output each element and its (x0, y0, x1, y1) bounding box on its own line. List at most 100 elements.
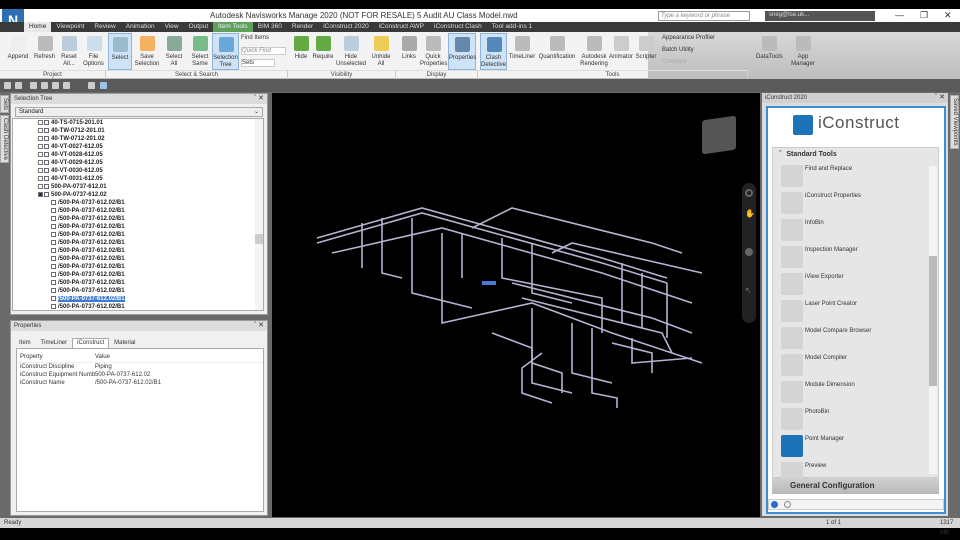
side-tab-clash-detective[interactable]: Clash Detective (0, 115, 9, 164)
tab-iconstruct[interactable]: iConstruct (72, 338, 110, 348)
group-label-tools[interactable]: Tools (478, 70, 748, 79)
tool-photobin[interactable]: PhotoBin (779, 407, 929, 433)
expand-icon[interactable] (38, 143, 43, 149)
tool-inspection-manager[interactable]: Inspection Manager (779, 245, 929, 271)
batch-utility-button[interactable]: Batch Utility (662, 47, 694, 53)
help-search-input[interactable]: Type a keyword or phrase (658, 11, 750, 21)
properties-button[interactable]: Properties (448, 33, 476, 70)
tab-render[interactable]: Render (287, 22, 318, 32)
column-header-property[interactable]: Property (17, 352, 95, 362)
group-label-project[interactable]: Project (0, 70, 106, 79)
pan-icon[interactable]: ✋ (745, 209, 755, 218)
tree-node[interactable]: 40-TW-0712-201.01 (13, 127, 263, 135)
refresh-button[interactable]: Refresh (31, 33, 58, 70)
file-options-button[interactable]: File Options (80, 33, 107, 70)
tree-node[interactable]: /500-PA-0737-612.02/B1 (13, 223, 263, 231)
tab-animation[interactable]: Animation (121, 22, 160, 32)
datatools-button[interactable]: DataTools (756, 33, 783, 70)
selection-tree-button[interactable]: Selection Tree (212, 33, 239, 70)
info-icon[interactable] (771, 501, 778, 508)
tree-node[interactable]: 500-PA-0737-612.01 (13, 183, 263, 191)
tab-iconstruct-2020[interactable]: iConstruct 2020 (318, 22, 374, 32)
quantification-button[interactable]: Quantification (537, 33, 577, 70)
tree-node[interactable]: /500-PA-0737-612.02/B1 (13, 263, 263, 271)
tree-node[interactable]: 40-VT-0030-612.05 (13, 167, 263, 175)
tab-home[interactable]: Home (24, 22, 52, 32)
select-all-button[interactable]: Select All (162, 33, 186, 70)
group-label-display[interactable]: Display (396, 70, 478, 79)
unhide-all-button[interactable]: Unhide All (368, 33, 394, 70)
tab-item-tools[interactable]: Item Tools (213, 22, 253, 32)
settings-icon[interactable] (783, 501, 791, 508)
tree-node[interactable]: /500-PA-0737-612.02/B1 (13, 247, 263, 255)
orbit-icon[interactable] (745, 248, 753, 256)
tool-infobin[interactable]: InfoBin (779, 218, 929, 244)
tab-view[interactable]: View (160, 22, 184, 32)
tree-node[interactable]: /500-PA-0737-612.02/B1 (13, 207, 263, 215)
tab-timeliner[interactable]: TimeLiner (36, 338, 72, 348)
save-icon[interactable] (30, 82, 37, 89)
refresh-icon[interactable] (88, 82, 95, 89)
close-icon[interactable]: ˇ ✕ (254, 94, 264, 104)
tree-node[interactable]: 40-VT-0028-612.05 (13, 151, 263, 159)
tree-node[interactable]: 40-VT-0031-612.05 (13, 175, 263, 183)
clash-detective-button[interactable]: Clash Detective (480, 33, 507, 70)
expand-icon[interactable] (38, 159, 43, 165)
section-header[interactable]: ˆ Standard Tools (773, 148, 938, 162)
append-button[interactable]: Append (4, 33, 32, 70)
tab-tool-add-ins-1[interactable]: Tool add-ins 1 (487, 22, 537, 32)
scrollbar-thumb[interactable] (255, 234, 263, 244)
general-configuration-section[interactable]: General Configuration (772, 478, 939, 494)
undo-icon[interactable] (52, 82, 59, 89)
open-icon[interactable] (15, 82, 22, 89)
expand-icon[interactable] (38, 175, 43, 181)
select-cursor-icon[interactable] (100, 82, 107, 89)
autodesk-rendering-button[interactable]: Autodesk Rendering (578, 33, 610, 70)
tree-node[interactable]: /500-PA-0737-612.02/B1 (13, 295, 263, 303)
tools-scrollbar[interactable] (929, 166, 937, 474)
maximize-button[interactable]: ❐ (920, 10, 928, 21)
tree-node[interactable]: 40-TS-0715-201.01 (13, 119, 263, 127)
compare-button[interactable]: Compare (662, 59, 687, 65)
hide-button[interactable]: Hide (290, 33, 312, 70)
column-header-value[interactable]: Value (95, 352, 110, 362)
scrollbar-thumb[interactable] (929, 256, 937, 386)
tree-node[interactable]: /500-PA-0737-612.02/B1 (13, 287, 263, 295)
steering-wheel-icon[interactable] (745, 189, 753, 197)
tool-laser-point-creator[interactable]: Laser Point Creator (779, 299, 929, 325)
sets-dropdown[interactable]: Sets (241, 59, 275, 67)
tree-node[interactable]: /500-PA-0737-612.02/B1 (13, 279, 263, 287)
tab-review[interactable]: Review (89, 22, 120, 32)
tree-node[interactable]: /500-PA-0737-612.02/B1 (13, 239, 263, 247)
tool-iview-exporter[interactable]: iView Exporter (779, 272, 929, 298)
tab-output[interactable]: Output (184, 22, 214, 32)
links-button[interactable]: Links (398, 33, 420, 70)
reset-all-button[interactable]: Reset All... (58, 33, 80, 70)
collapse-icon[interactable] (38, 191, 43, 197)
expand-icon[interactable] (38, 151, 43, 157)
tree-node[interactable]: 40-VT-0029-612.05 (13, 159, 263, 167)
3d-viewport[interactable]: ✋ ↖ (272, 93, 760, 517)
tree-node[interactable]: /500-PA-0737-612.02/B1 (13, 255, 263, 263)
animator-button[interactable]: Animator (608, 33, 634, 70)
expand-icon[interactable] (38, 127, 43, 133)
tree-node[interactable]: 40-VT-0027-612.05 (13, 143, 263, 151)
viewcube[interactable] (702, 115, 736, 155)
close-icon[interactable]: ˇ ✕ (935, 93, 945, 103)
user-account[interactable]: sneg@tse.uk... (765, 11, 875, 21)
redo-icon[interactable] (63, 82, 70, 89)
new-icon[interactable] (4, 82, 11, 89)
hide-unselected-button[interactable]: Hide Unselected (335, 33, 367, 70)
tree-scrollbar[interactable] (255, 119, 263, 310)
group-label-visibility[interactable]: Visibility (288, 70, 396, 79)
close-icon[interactable]: ˇ ✕ (254, 321, 264, 331)
expand-icon[interactable] (38, 119, 43, 125)
side-tab-saved-viewpoints[interactable]: Saved Viewpoints (950, 95, 959, 149)
tree-node[interactable]: 40-TW-0712-201.02 (13, 135, 263, 143)
tab-bim-360[interactable]: BIM 360 (253, 22, 287, 32)
appearance-profiler-button[interactable]: Appearance Profiler (662, 35, 715, 41)
selection-tree[interactable]: 40-TS-0715-201.01 40-TW-0712-201.01 40-TW-… (12, 118, 264, 311)
app-manager-button[interactable]: App Manager (786, 33, 820, 70)
tree-node[interactable]: /500-PA-0737-612.02/B1 (13, 271, 263, 279)
tab-viewpoint[interactable]: Viewpoint (51, 22, 89, 32)
